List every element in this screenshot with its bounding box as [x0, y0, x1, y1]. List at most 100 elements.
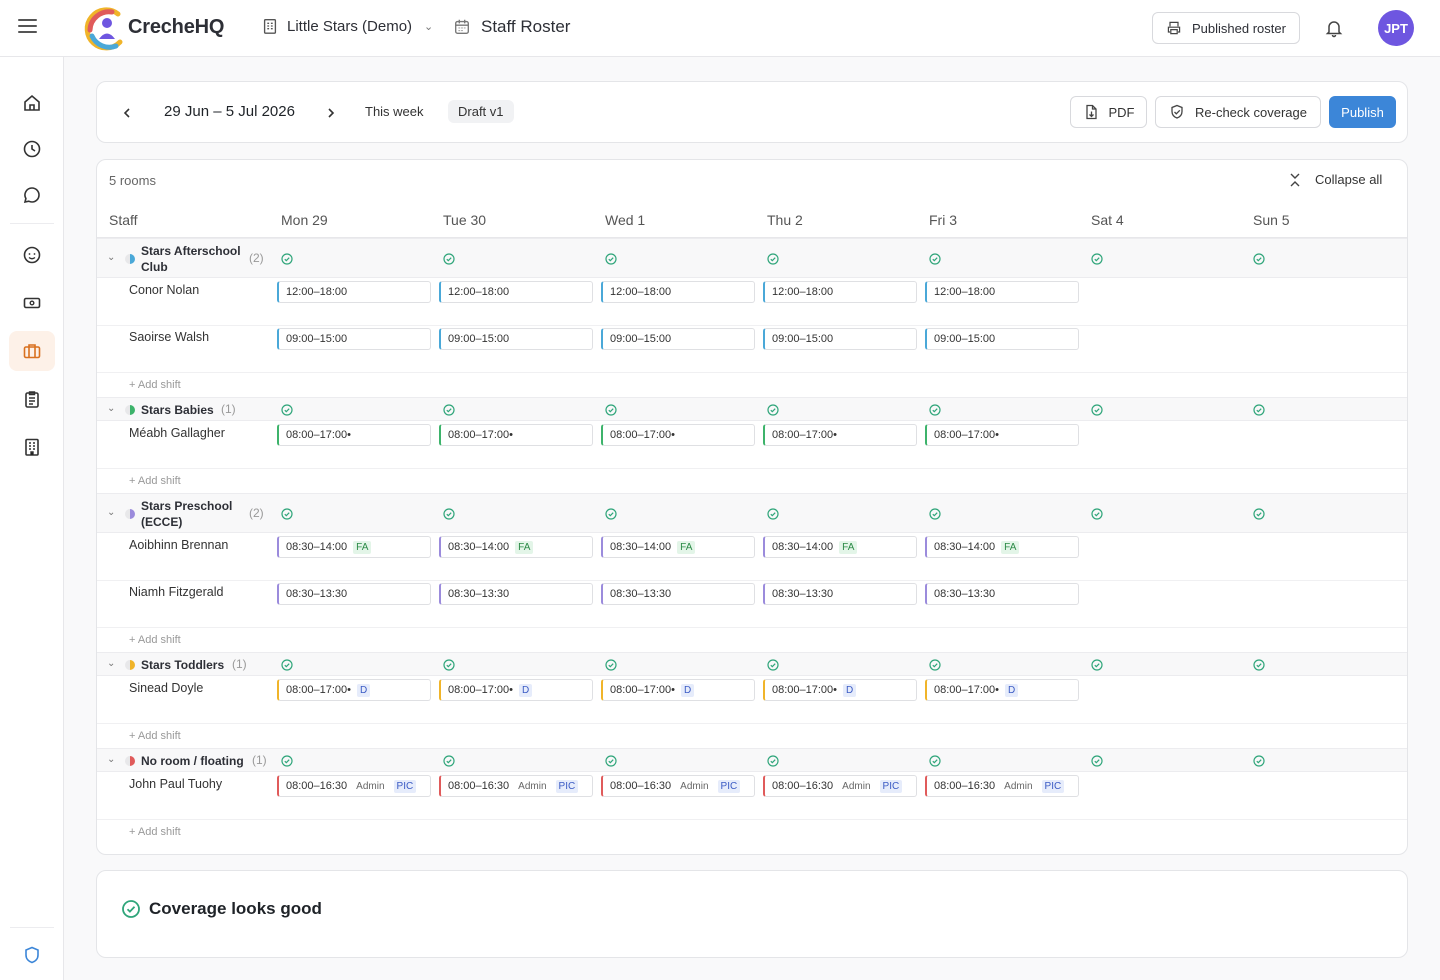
- shift-tag-fa: FA: [1001, 540, 1020, 554]
- shield-check-icon: [1171, 104, 1183, 119]
- shift-cell[interactable]: 12:00–18:00: [763, 281, 917, 303]
- shift-time: 08:00–16:30: [934, 780, 996, 792]
- coverage-ok-icon: [1091, 404, 1103, 416]
- published-roster-button[interactable]: Published roster: [1152, 12, 1300, 44]
- shift-cell[interactable]: 08:00–17:00• D: [763, 679, 917, 701]
- shift-cell[interactable]: 08:30–14:00 FA: [439, 536, 593, 558]
- shift-cell[interactable]: 08:30–13:30: [925, 583, 1079, 605]
- shift-cell[interactable]: 09:00–15:00: [601, 328, 755, 350]
- shift-cell[interactable]: 08:00–17:00• D: [277, 679, 431, 701]
- shift-cell[interactable]: 08:30–13:30: [277, 583, 431, 605]
- chevron-down-icon[interactable]: ⌄: [107, 252, 115, 263]
- shift-cell[interactable]: 08:30–14:00 FA: [277, 536, 431, 558]
- shift-cell[interactable]: 12:00–18:00: [601, 281, 755, 303]
- bell-icon[interactable]: [1324, 18, 1344, 38]
- chevron-down-icon[interactable]: ⌄: [107, 507, 115, 518]
- shift-cell[interactable]: 09:00–15:00: [277, 328, 431, 350]
- shift-cell[interactable]: 09:00–15:00: [925, 328, 1079, 350]
- shift-cell[interactable]: 08:30–14:00 FA: [763, 536, 917, 558]
- shift-cell[interactable]: 08:00–17:00•: [925, 424, 1079, 446]
- shield-icon: [25, 946, 39, 964]
- add-shift-button[interactable]: + Add shift: [129, 730, 181, 742]
- shift-cell[interactable]: 09:00–15:00: [763, 328, 917, 350]
- shift-cell[interactable]: 08:00–17:00• D: [925, 679, 1079, 701]
- add-shift-button[interactable]: + Add shift: [129, 826, 181, 838]
- chevron-down-icon[interactable]: ⌄: [107, 754, 115, 765]
- room-row[interactable]: ⌄ Stars Afterschool Club (2): [97, 238, 1407, 278]
- room-row[interactable]: ⌄ Stars Babies (1): [97, 397, 1407, 421]
- money-icon: [23, 297, 41, 309]
- sidebar-item-attendance[interactable]: [9, 129, 55, 169]
- room-name: No room / floating: [141, 754, 244, 768]
- shift-tag-admin: Admin: [680, 780, 709, 792]
- shift-cell[interactable]: 08:00–16:30 Admin PIC: [925, 775, 1079, 797]
- shift-cell[interactable]: 08:00–17:00•: [277, 424, 431, 446]
- org-switcher[interactable]: Little Stars (Demo) ⌄: [261, 17, 433, 35]
- avatar[interactable]: JPT: [1378, 10, 1414, 46]
- staff-name[interactable]: Niamh Fitzgerald: [129, 585, 223, 599]
- shift-cell[interactable]: 08:30–13:30: [763, 583, 917, 605]
- room-row[interactable]: ⌄ No room / floating (1): [97, 748, 1407, 772]
- shift-cell[interactable]: 08:00–16:30 Admin PIC: [601, 775, 755, 797]
- sidebar-item-reports[interactable]: [9, 379, 55, 419]
- sidebar-item-home[interactable]: [9, 83, 55, 123]
- shift-cell[interactable]: 08:30–13:30: [439, 583, 593, 605]
- shift-cell[interactable]: 08:00–16:30 Admin PIC: [277, 775, 431, 797]
- sidebar-item-settings[interactable]: [9, 427, 55, 467]
- sidebar-item-billing[interactable]: [9, 283, 55, 323]
- recheck-coverage-button[interactable]: Re-check coverage: [1155, 96, 1321, 128]
- shift-cell[interactable]: 08:00–17:00•: [439, 424, 593, 446]
- shift-cell[interactable]: 12:00–18:00: [925, 281, 1079, 303]
- shift-cell[interactable]: 08:30–13:30: [601, 583, 755, 605]
- staff-name[interactable]: John Paul Tuohy: [129, 777, 222, 791]
- calendar-icon: [455, 19, 469, 34]
- shift-cell[interactable]: 12:00–18:00: [439, 281, 593, 303]
- room-staff-count: (2): [249, 506, 264, 520]
- shift-cell[interactable]: 08:00–17:00•: [601, 424, 755, 446]
- sidebar-item-security[interactable]: [9, 935, 55, 975]
- next-week-button[interactable]: [320, 102, 342, 124]
- shift-cell[interactable]: 12:00–18:00: [277, 281, 431, 303]
- staff-name[interactable]: Conor Nolan: [129, 283, 199, 297]
- sidebar-item-staff-roster[interactable]: [9, 331, 55, 371]
- chevron-down-icon[interactable]: ⌄: [107, 658, 115, 669]
- printer-icon: [1167, 21, 1181, 35]
- shift-cell[interactable]: 08:30–14:00 FA: [601, 536, 755, 558]
- menu-icon[interactable]: [18, 19, 37, 37]
- staff-name[interactable]: Méabh Gallagher: [129, 426, 225, 440]
- shift-cell[interactable]: 09:00–15:00: [439, 328, 593, 350]
- pdf-button[interactable]: PDF: [1070, 96, 1147, 128]
- home-icon: [24, 94, 40, 111]
- row-divider: [97, 580, 1407, 581]
- shift-cell[interactable]: 08:00–17:00• D: [601, 679, 755, 701]
- sidebar-item-children[interactable]: [9, 235, 55, 275]
- shift-time: 12:00–18:00: [448, 286, 510, 298]
- shift-cell[interactable]: 08:00–17:00•: [763, 424, 917, 446]
- staff-name[interactable]: Aoibhinn Brennan: [129, 538, 228, 552]
- this-week-button[interactable]: This week: [365, 104, 424, 119]
- coverage-ok-icon: [929, 755, 941, 767]
- shift-cell[interactable]: 08:30–14:00 FA: [925, 536, 1079, 558]
- shift-cell[interactable]: 08:00–16:30 Admin PIC: [439, 775, 593, 797]
- coverage-ok-icon: [281, 253, 293, 265]
- previous-week-button[interactable]: [116, 102, 138, 124]
- room-row[interactable]: ⌄ Stars Preschool (ECCE) (2): [97, 493, 1407, 533]
- room-row[interactable]: ⌄ Stars Toddlers (1): [97, 652, 1407, 676]
- collapse-all-button[interactable]: Collapse all: [1289, 172, 1382, 187]
- chevron-down-icon[interactable]: ⌄: [107, 403, 115, 414]
- sidebar-item-messages[interactable]: [9, 175, 55, 215]
- add-shift-button[interactable]: + Add shift: [129, 475, 181, 487]
- row-divider: [97, 819, 1407, 820]
- shift-cell[interactable]: 08:00–17:00• D: [439, 679, 593, 701]
- shift-cell[interactable]: 08:00–16:30 Admin PIC: [763, 775, 917, 797]
- coverage-ok-icon: [605, 404, 617, 416]
- staff-name[interactable]: Sinead Doyle: [129, 681, 203, 695]
- coverage-ok-icon: [605, 508, 617, 520]
- publish-button[interactable]: Publish: [1329, 96, 1396, 128]
- staff-name[interactable]: Saoirse Walsh: [129, 330, 209, 344]
- room-color-dot: [125, 254, 135, 264]
- add-shift-button[interactable]: + Add shift: [129, 379, 181, 391]
- add-shift-button[interactable]: + Add shift: [129, 634, 181, 646]
- column-header-day: Fri 3: [929, 212, 957, 228]
- shift-time: 12:00–18:00: [286, 286, 348, 298]
